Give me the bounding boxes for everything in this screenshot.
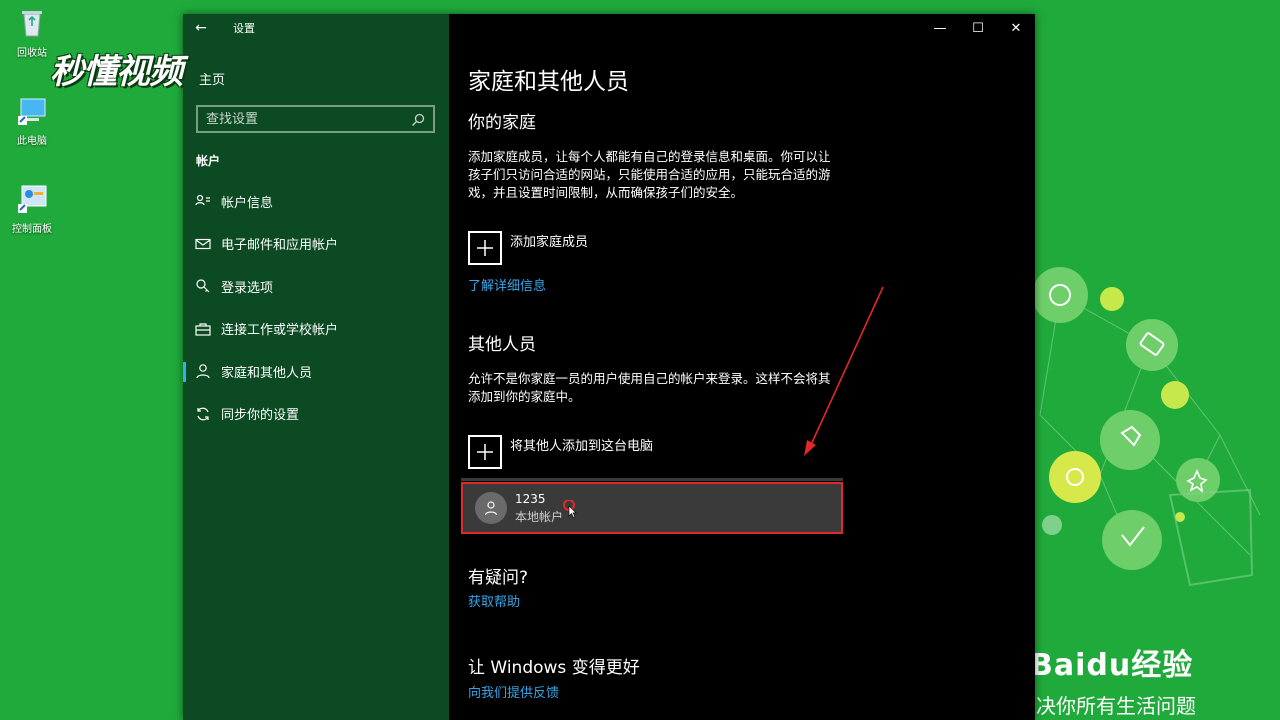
- plus-icon: [468, 435, 502, 469]
- sidebar-item-email[interactable]: 电子邮件和应用帐户: [183, 223, 449, 266]
- feedback-link[interactable]: 向我们提供反馈: [468, 682, 559, 701]
- baidu-slogan: 决你所有生活问题: [1036, 694, 1196, 718]
- sidebar-item-label: 登录选项: [221, 280, 274, 296]
- add-family-member-button[interactable]: 添加家庭成员: [468, 231, 588, 265]
- sidebar: ← 设置 主页 帐户 帐户信息 电子邮件和应用帐户: [183, 14, 449, 720]
- sidebar-item-sync[interactable]: 同步你的设置: [183, 393, 449, 436]
- briefcase-icon: [195, 321, 211, 337]
- help-heading: 有疑问?: [468, 568, 529, 588]
- add-other-user-button[interactable]: 将其他人添加到这台电脑: [468, 435, 653, 469]
- add-other-user-label: 将其他人添加到这台电脑: [510, 439, 654, 454]
- search-box[interactable]: [196, 105, 435, 133]
- sidebar-item-family[interactable]: 家庭和其他人员: [183, 350, 449, 393]
- computer-icon: [15, 94, 49, 128]
- search-icon: [411, 112, 425, 126]
- home-link[interactable]: 主页: [199, 69, 225, 88]
- desktop-icon-label: 控制面板: [12, 224, 52, 235]
- settings-window: ← 设置 主页 帐户 帐户信息 电子邮件和应用帐户: [183, 14, 1035, 720]
- user-info: 1235 本地帐户: [515, 492, 563, 525]
- user-name: 1235: [515, 491, 546, 506]
- close-button[interactable]: ✕: [997, 14, 1035, 42]
- desktop-icon-computer[interactable]: 此电脑: [0, 94, 64, 147]
- others-heading: 其他人员: [468, 335, 536, 355]
- mail-icon: [195, 236, 211, 252]
- account-info-icon: [195, 193, 211, 209]
- sidebar-item-sign-in[interactable]: 登录选项: [183, 265, 449, 308]
- sidebar-item-label: 同步你的设置: [221, 408, 300, 424]
- section-title: 帐户: [196, 154, 221, 168]
- person-icon: [195, 363, 211, 379]
- minimize-button[interactable]: —: [921, 14, 959, 42]
- window-controls: — ☐ ✕: [921, 14, 1035, 42]
- sidebar-item-work[interactable]: 连接工作或学校帐户: [183, 308, 449, 351]
- user-account-tile[interactable]: 1235 本地帐户: [461, 478, 843, 534]
- sidebar-item-label: 帐户信息: [221, 195, 274, 211]
- baidu-decoration: [1032, 267, 1261, 587]
- maximize-button[interactable]: ☐: [959, 14, 997, 42]
- watermark-logo: 秒懂视频: [50, 52, 183, 92]
- control-panel-icon: [15, 182, 49, 216]
- sidebar-item-account-info[interactable]: 帐户信息: [183, 180, 449, 223]
- back-button[interactable]: ←: [183, 14, 219, 42]
- page-title: 家庭和其他人员: [468, 69, 629, 95]
- desktop-icon-control-panel[interactable]: 控制面板: [0, 182, 64, 235]
- user-account-type: 本地帐户: [515, 509, 564, 524]
- avatar: [475, 492, 507, 524]
- family-description: 添加家庭成员，让每个人都能有自己的登录信息和桌面。你可以让孩子们只访问合适的网站…: [468, 149, 831, 200]
- key-icon: [195, 278, 211, 294]
- others-description: 允许不是你家庭一员的用户使用自己的帐户来登录。这样不会将其添加到你的家庭中。: [468, 371, 831, 404]
- back-arrow-icon: ←: [195, 20, 207, 36]
- tile-divider: [461, 478, 843, 481]
- get-help-link[interactable]: 获取帮助: [468, 591, 520, 610]
- feedback-heading: 让 Windows 变得更好: [468, 658, 640, 678]
- baidu-brand: Baidu经验: [1030, 648, 1194, 683]
- plus-icon: [468, 231, 502, 265]
- add-family-member-label: 添加家庭成员: [510, 235, 589, 250]
- desktop-icon-label: 此电脑: [17, 136, 47, 147]
- recycle-bin-icon: [15, 6, 49, 40]
- user-avatar-icon: [484, 501, 498, 516]
- window-title: 设置: [233, 22, 255, 35]
- family-heading: 你的家庭: [468, 113, 536, 133]
- sidebar-item-label: 连接工作或学校帐户: [221, 323, 339, 339]
- main-content: — ☐ ✕ 家庭和其他人员 你的家庭 添加家庭成员，让每个人都能有自己的登录信息…: [449, 14, 1035, 720]
- learn-more-link[interactable]: 了解详细信息: [468, 275, 546, 294]
- sync-icon: [195, 406, 211, 422]
- titlebar: ← 设置: [183, 14, 449, 42]
- mouse-cursor-icon: [563, 499, 577, 522]
- sidebar-item-label: 家庭和其他人员: [221, 365, 313, 381]
- sidebar-nav: 帐户信息 电子邮件和应用帐户 登录选项 连接工作或学校帐户 家庭和其他人员 同步…: [183, 180, 449, 435]
- search-input[interactable]: [206, 111, 411, 127]
- sidebar-item-label: 电子邮件和应用帐户: [221, 238, 339, 254]
